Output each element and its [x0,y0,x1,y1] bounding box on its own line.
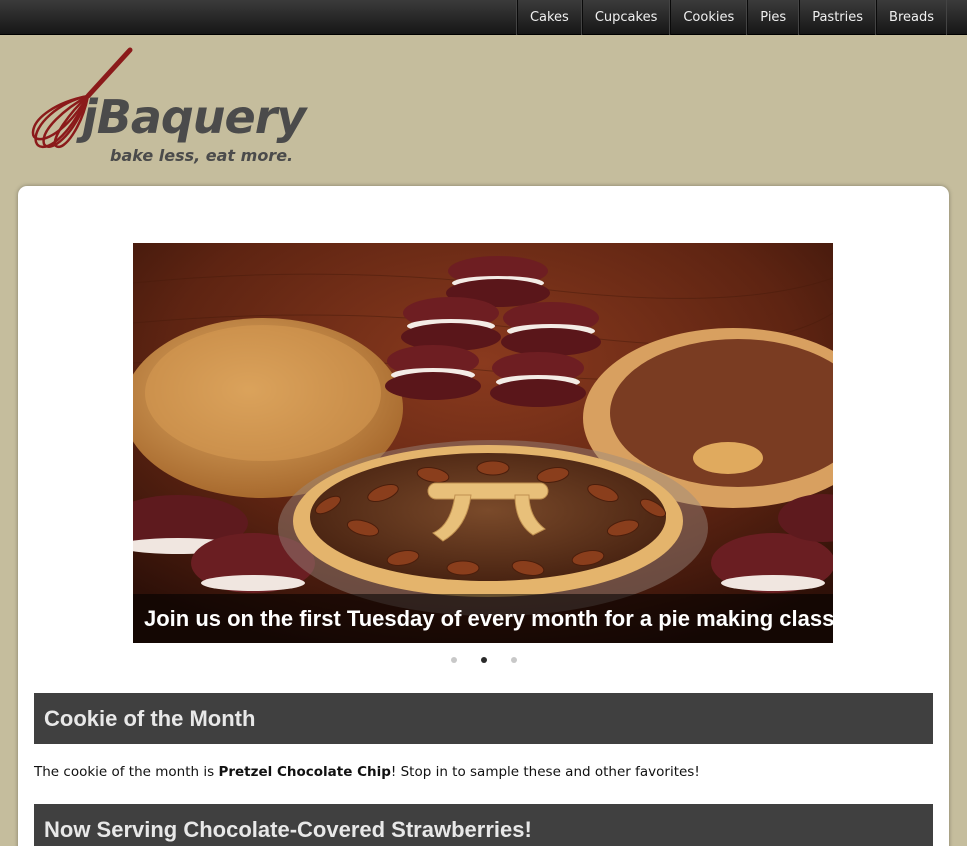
cookie-text-suffix: ! Stop in to sample these and other favo… [390,764,700,780]
pie-photo [133,243,833,643]
slider-pagination [18,657,949,667]
strawberries-heading: Now Serving Chocolate-Covered Strawberri… [34,804,933,846]
logo-wordmark: jBaquery [82,90,306,144]
nav-item-pastries[interactable]: Pastries [799,0,877,35]
main-content-card: Join us on the first Tuesday of every mo… [18,186,949,846]
cookie-of-month-heading: Cookie of the Month [34,693,933,744]
slider-dot-2[interactable] [480,657,487,663]
nav-item-breads[interactable]: Breads [876,0,947,35]
main-nav: Cakes Cupcakes Cookies Pies Pastries Bre… [515,0,947,35]
cookie-name: Pretzel Chocolate Chip [218,764,391,780]
cookie-of-month-text: The cookie of the month is Pretzel Choco… [34,764,700,780]
site-logo[interactable]: jBaquery bake less, eat more. [30,46,350,166]
slider-dot-3[interactable] [510,657,517,663]
image-slider[interactable]: Join us on the first Tuesday of every mo… [133,243,833,643]
cookie-text-prefix: The cookie of the month is [34,764,219,780]
slider-dot-1[interactable] [450,657,457,663]
nav-item-cookies[interactable]: Cookies [670,0,748,35]
nav-item-cupcakes[interactable]: Cupcakes [581,0,671,35]
nav-item-pies[interactable]: Pies [747,0,800,35]
slider-caption: Join us on the first Tuesday of every mo… [133,594,833,643]
nav-item-cakes[interactable]: Cakes [516,0,582,35]
top-nav-bar: Cakes Cupcakes Cookies Pies Pastries Bre… [0,0,967,35]
logo-tagline: bake less, eat more. [110,146,294,165]
